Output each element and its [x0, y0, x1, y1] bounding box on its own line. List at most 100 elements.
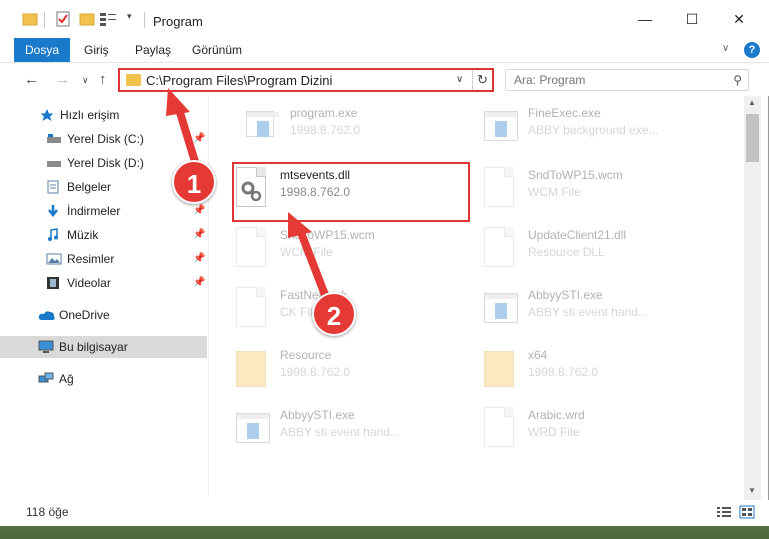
pin-icon[interactable]: 📌: [193, 277, 205, 288]
ribbon-tabs: Dosya Giriş Paylaş Görünüm ∨: [0, 38, 769, 62]
sidebar-item-pictures[interactable]: Resimler 📌: [0, 248, 207, 270]
file-item[interactable]: SndToWP15.wcm WCM File: [210, 224, 440, 282]
help-icon[interactable]: ?: [744, 42, 760, 58]
vertical-scrollbar[interactable]: ▲ ▼: [744, 96, 761, 500]
file-item[interactable]: x64 1998.8.762.0: [458, 344, 688, 402]
file-description: ABBY sti event hand...: [280, 425, 400, 439]
file-item[interactable]: SndToWP15.wcm WCM File: [458, 164, 688, 222]
music-icon: [46, 228, 60, 242]
sidebar-item-label: Resimler: [67, 252, 115, 266]
file-item[interactable]: AbbyySTI.exe ABBY sti event hand...: [210, 404, 440, 462]
sidebar-item-onedrive[interactable]: OneDrive: [0, 304, 207, 326]
file-item[interactable]: Resource 1998.8.762.0: [210, 344, 440, 402]
pictures-icon: [46, 252, 62, 266]
forward-arrow-icon[interactable]: →: [55, 71, 70, 88]
file-item[interactable]: program.exe 1998.8.762.0: [220, 102, 450, 160]
explorer-window: ▾ Program — ☐ ✕ Dosya Giriş Paylaş Görün…: [0, 0, 769, 526]
file-name: x64: [528, 348, 548, 362]
folder-icon[interactable]: [22, 11, 38, 27]
sidebar-item-network[interactable]: Ağ: [0, 368, 207, 390]
cloud-icon: [38, 308, 55, 322]
folder-icon: [484, 347, 518, 389]
tab-share[interactable]: Paylaş: [135, 38, 171, 62]
exe-file-icon: [484, 287, 518, 329]
sidebar-item-music[interactable]: Müzik 📌: [0, 224, 207, 246]
tab-home[interactable]: Giriş: [84, 38, 109, 62]
pin-icon[interactable]: 📌: [193, 253, 205, 264]
file-description: ABBY background exe...: [528, 123, 659, 137]
file-highlight-box: [232, 162, 470, 222]
folder-icon: [236, 347, 270, 389]
sidebar-item-label: Hızlı erişim: [60, 108, 120, 122]
recent-locations-icon[interactable]: ∨: [82, 75, 89, 86]
pin-icon[interactable]: 📌: [193, 229, 205, 240]
file-version: 1998.8.762.0: [528, 365, 599, 379]
sidebar-item-this-pc[interactable]: Bu bilgisayar: [0, 336, 207, 358]
exe-file-icon: [236, 407, 270, 449]
file-version: 1998.8.762.0: [290, 123, 361, 137]
sidebar-item-label: Belgeler: [67, 180, 112, 194]
chevron-down-icon[interactable]: ∨: [456, 74, 463, 85]
file-type: Resource DLL: [528, 245, 605, 259]
sidebar-item-label: Bu bilgisayar: [59, 340, 128, 354]
sidebar-item-downloads[interactable]: İndirmeler 📌: [0, 200, 207, 222]
sidebar-item-quick-access[interactable]: Hızlı erişim: [0, 104, 207, 126]
search-icon: ⚲: [733, 73, 742, 87]
up-arrow-icon[interactable]: ↑: [99, 71, 107, 88]
file-item[interactable]: Arabic.wrd WRD File: [458, 404, 688, 462]
document-icon: [484, 407, 518, 449]
file-name: Resource: [280, 348, 332, 362]
address-bar[interactable]: C:\Program Files\Program Dizini ∨ ↻: [118, 68, 494, 92]
drive-icon: [46, 132, 61, 146]
dll-file-icon: [484, 227, 518, 269]
sidebar-item-label: Ağ: [59, 372, 74, 386]
document-icon: [236, 287, 270, 329]
large-icons-view-icon[interactable]: [739, 505, 755, 519]
tab-file[interactable]: Dosya: [14, 38, 70, 62]
back-arrow-icon[interactable]: ←: [24, 71, 39, 88]
window-title: Program: [153, 14, 203, 29]
close-button[interactable]: ✕: [724, 8, 754, 30]
videos-icon: [46, 276, 60, 290]
computer-icon: [38, 340, 54, 354]
navigation-pane: Hızlı erişim Yerel Disk (C:) 📌 Yerel Dis…: [0, 96, 209, 496]
scroll-up-icon[interactable]: ▲: [748, 98, 756, 107]
file-name: UpdateClient21.dll: [528, 228, 627, 242]
file-name: AbbyySTI.exe: [528, 288, 603, 302]
address-path[interactable]: C:\Program Files\Program Dizini: [146, 73, 332, 88]
file-name: SndToWP15.wcm: [528, 168, 623, 182]
star-icon: [40, 108, 54, 122]
file-type: WRD File: [528, 425, 580, 439]
scroll-down-icon[interactable]: ▼: [748, 486, 756, 495]
customize-toolbar-icon[interactable]: ▾: [127, 11, 143, 27]
file-item[interactable]: AbbyySTI.exe ABBY sti event hand...: [458, 284, 688, 342]
search-input[interactable]: [506, 70, 716, 90]
drive-icon: [46, 156, 61, 170]
file-version: 1998.8.762.0: [280, 365, 351, 379]
refresh-icon[interactable]: ↻: [472, 70, 492, 90]
maximize-button[interactable]: ☐: [677, 8, 707, 30]
rename-icon[interactable]: [99, 11, 116, 27]
details-view-icon[interactable]: [716, 505, 732, 519]
sidebar-item-local-disk-c[interactable]: Yerel Disk (C:) 📌: [0, 128, 207, 150]
file-item[interactable]: FineExec.exe ABBY background exe...: [458, 102, 688, 160]
file-type: WCM File: [280, 245, 333, 259]
properties-check-icon[interactable]: [55, 11, 71, 27]
file-list: program.exe 1998.8.762.0 FineExec.exe AB…: [210, 96, 744, 496]
file-item[interactable]: UpdateClient21.dll Resource DLL: [458, 224, 688, 282]
sidebar-item-videos[interactable]: Videolar 📌: [0, 272, 207, 294]
tab-view[interactable]: Görünüm: [192, 38, 242, 62]
pin-icon[interactable]: 📌: [193, 133, 205, 144]
pin-icon[interactable]: 📌: [193, 205, 205, 216]
new-folder-icon[interactable]: [79, 11, 95, 27]
document-icon: [484, 167, 518, 209]
minimize-button[interactable]: —: [630, 8, 660, 30]
sidebar-item-label: Yerel Disk (D:): [67, 156, 144, 170]
exe-file-icon: [484, 105, 518, 147]
file-name: SndToWP15.wcm: [280, 228, 375, 242]
expand-ribbon-icon[interactable]: ∨: [722, 43, 729, 54]
sidebar-item-label: Yerel Disk (C:): [67, 132, 144, 146]
scroll-thumb[interactable]: [746, 114, 759, 162]
exe-file-icon: [246, 105, 280, 147]
search-box[interactable]: ⚲: [505, 69, 749, 91]
